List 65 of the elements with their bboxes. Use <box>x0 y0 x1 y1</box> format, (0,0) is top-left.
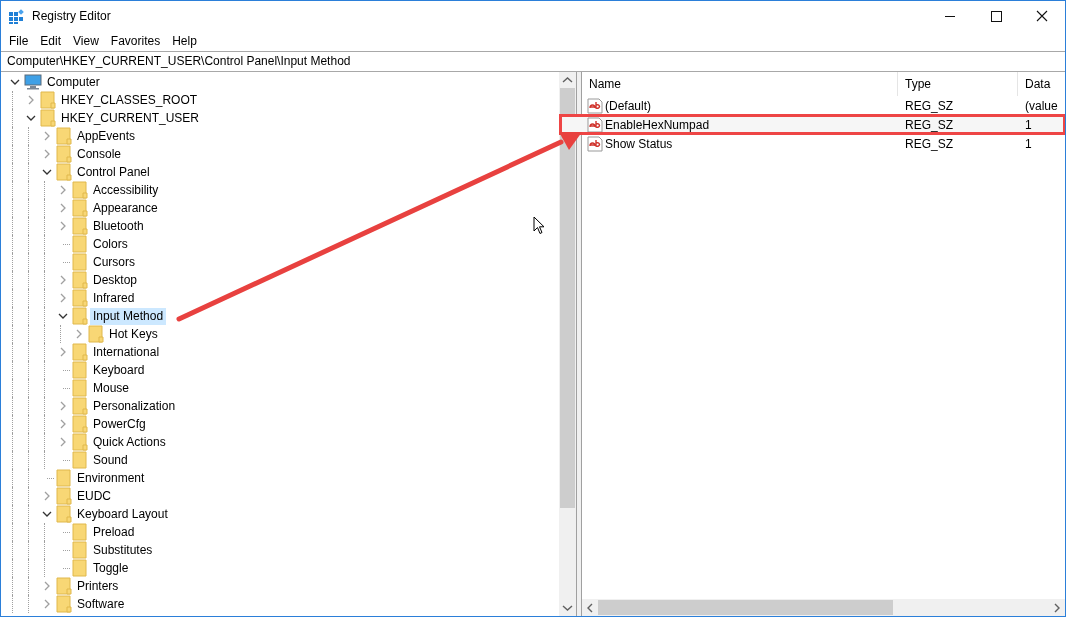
menu-item[interactable]: View <box>67 34 105 48</box>
column-header[interactable]: Type <box>898 72 1018 96</box>
tree-item[interactable]: Mouse <box>90 379 133 397</box>
value-type: REG_SZ <box>904 98 954 113</box>
value-data: (value <box>1024 98 1058 113</box>
tree-item[interactable]: Sound <box>90 451 131 469</box>
folder-icon <box>56 469 72 487</box>
value-type: REG_SZ <box>904 136 954 151</box>
registry-icon <box>9 8 25 24</box>
folder-icon <box>72 559 88 577</box>
vertical-scrollbar[interactable] <box>559 72 576 616</box>
scroll-thumb[interactable] <box>598 600 893 615</box>
menu-item[interactable]: Favorites <box>104 34 167 48</box>
tree-item[interactable]: Console <box>74 145 125 163</box>
address-field[interactable]: Computer\HKEY_CURRENT_USER\Control Panel\Input Method <box>1 51 1065 72</box>
tree-item[interactable]: Bluetooth <box>90 217 147 235</box>
tree-item[interactable]: Software <box>74 595 128 613</box>
tree-item[interactable]: Accessibility <box>90 181 162 199</box>
value-name[interactable]: EnableHexNumpad <box>605 117 710 132</box>
menu-item[interactable]: Help <box>166 34 203 48</box>
tree-item[interactable]: HKEY_CURRENT_USER <box>58 109 203 127</box>
value-name[interactable]: Show Status <box>605 136 673 151</box>
tree-item[interactable]: AppEvents <box>74 127 139 145</box>
tree-item[interactable]: Quick Actions <box>90 433 169 451</box>
folder-icon <box>72 361 88 379</box>
value-type: REG_SZ <box>904 117 954 132</box>
value-name[interactable]: (Default) <box>605 98 651 113</box>
mouse-cursor-icon <box>533 216 545 235</box>
tree-item[interactable]: Substitutes <box>90 541 156 559</box>
value-data: 1 <box>1024 136 1032 151</box>
tree-item[interactable]: Control Panel <box>74 163 153 181</box>
tree-item[interactable]: Computer <box>44 73 103 91</box>
tree-item[interactable]: Appearance <box>90 199 161 217</box>
tree-item[interactable]: Preload <box>90 523 138 541</box>
tree-item[interactable]: HKEY_CLASSES_ROOT <box>58 91 201 109</box>
folder-icon <box>72 235 88 253</box>
folder-icon <box>72 253 88 271</box>
tree-item[interactable]: Colors <box>90 235 131 253</box>
tree-item[interactable]: International <box>90 343 163 361</box>
tree-item[interactable]: Keyboard <box>90 361 148 379</box>
scroll-thumb[interactable] <box>560 88 575 508</box>
tree-item[interactable]: Toggle <box>90 559 132 577</box>
folder-icon <box>72 523 88 541</box>
tree-item[interactable]: Keyboard Layout <box>74 505 171 523</box>
tree-item[interactable]: Cursors <box>90 253 138 271</box>
tree-item[interactable]: EUDC <box>74 487 114 505</box>
tree-item[interactable]: Input Method <box>90 307 167 325</box>
column-header[interactable]: Data <box>1018 72 1065 96</box>
tree-item[interactable]: PowerCfg <box>90 415 149 433</box>
tree-item[interactable]: Printers <box>74 577 122 595</box>
menu-item[interactable]: File <box>3 34 35 48</box>
folder-icon <box>72 379 88 397</box>
folder-icon <box>72 541 88 559</box>
folder-icon <box>72 451 88 469</box>
tree-item[interactable]: Infrared <box>90 289 138 307</box>
horizontal-scrollbar[interactable] <box>582 599 1065 616</box>
tree-item[interactable]: Environment <box>74 469 148 487</box>
tree-item[interactable]: Desktop <box>90 271 141 289</box>
window-title: Registry Editor <box>32 9 112 23</box>
menu-item[interactable]: Edit <box>34 34 68 48</box>
column-header[interactable]: Name <box>582 72 898 96</box>
value-data: 1 <box>1024 117 1032 132</box>
tree-item[interactable]: Hot Keys <box>106 325 161 343</box>
computer-icon <box>24 74 42 90</box>
tree-item[interactable]: Personalization <box>90 397 179 415</box>
